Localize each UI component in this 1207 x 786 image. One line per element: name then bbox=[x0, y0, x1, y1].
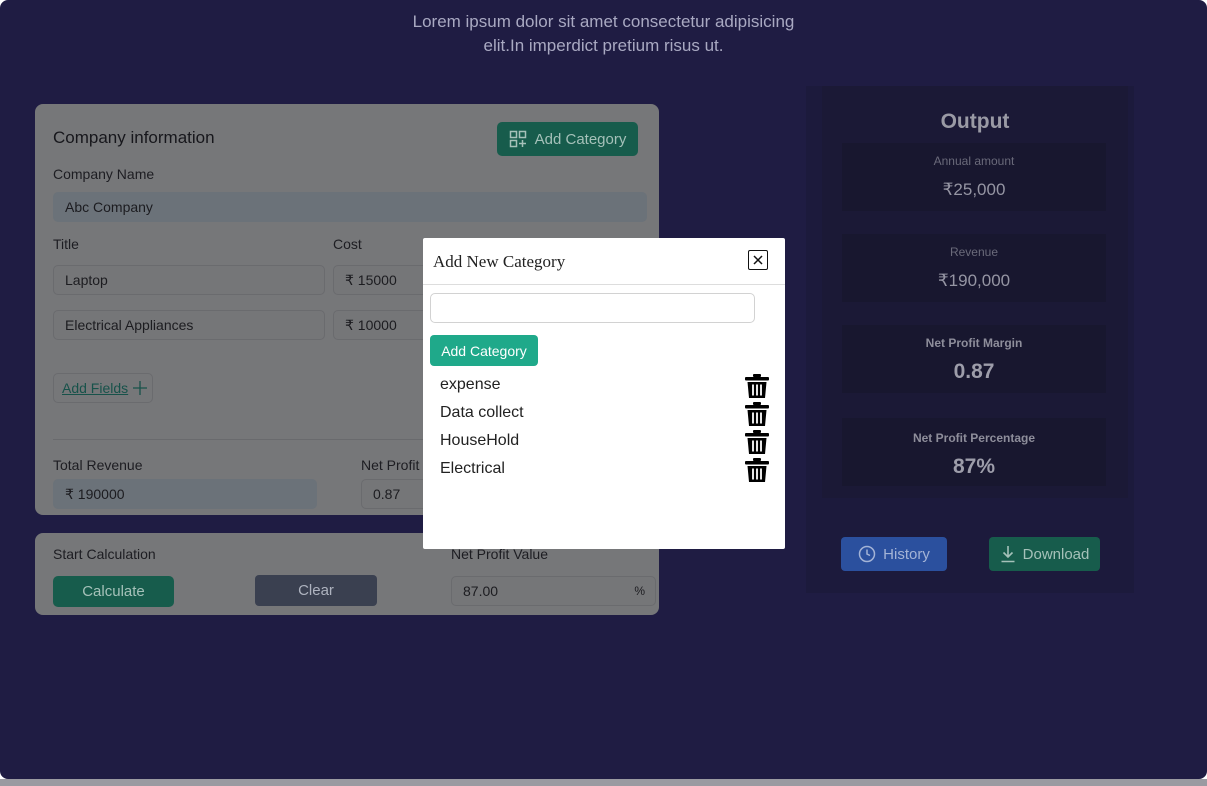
download-button[interactable]: Download bbox=[989, 537, 1100, 571]
category-name: HouseHold bbox=[440, 432, 520, 449]
add-fields-label: Add Fields bbox=[62, 380, 129, 396]
clear-button[interactable]: Clear bbox=[255, 575, 377, 606]
net-profit-percentage-box: Net Profit Percentage 87% bbox=[842, 418, 1106, 486]
intro-line-1: Lorem ipsum dolor sit amet consectetur a… bbox=[412, 12, 795, 31]
company-name-label: Company Name bbox=[53, 166, 155, 182]
net-profit-margin-label: Net Profit Margin bbox=[925, 336, 1023, 350]
category-name: expense bbox=[440, 376, 501, 393]
modal-title: Add New Category bbox=[433, 252, 566, 271]
add-category-button[interactable]: Add Category bbox=[497, 122, 638, 156]
add-fields-button[interactable]: Add Fields bbox=[53, 373, 153, 403]
trash-icon[interactable] bbox=[744, 457, 770, 483]
app-background: Lorem ipsum dolor sit amet consectetur a… bbox=[0, 0, 1207, 779]
modal-add-category-button[interactable]: Add Category bbox=[430, 335, 538, 366]
company-name-field[interactable]: Abc Company bbox=[53, 192, 647, 222]
add-category-modal: Add New Category Add Category expense Da… bbox=[423, 238, 785, 549]
revenue-box: Revenue ₹190,000 bbox=[842, 234, 1106, 302]
title-field-1[interactable]: Laptop bbox=[53, 265, 325, 295]
net-profit-percentage-label: Net Profit Percentage bbox=[912, 431, 1036, 445]
trash-icon[interactable] bbox=[744, 373, 770, 399]
revenue-label: Revenue bbox=[949, 245, 999, 259]
annual-amount-label: Annual amount bbox=[933, 154, 1015, 168]
close-button[interactable] bbox=[748, 250, 768, 270]
title-column-label: Title bbox=[53, 236, 79, 252]
category-name: Data collect bbox=[440, 404, 524, 421]
output-title: Output bbox=[940, 110, 1010, 133]
revenue-value: ₹190,000 bbox=[937, 271, 1011, 290]
cost-column-label: Cost bbox=[333, 236, 362, 252]
output-panel: Output Annual amount ₹25,000 Revenue ₹19… bbox=[822, 86, 1128, 498]
trash-icon[interactable] bbox=[744, 401, 770, 427]
net-profit-percentage-value: 87% bbox=[952, 455, 996, 478]
annual-amount-value: ₹25,000 bbox=[942, 180, 1006, 199]
download-icon bbox=[1001, 546, 1015, 563]
calculate-button[interactable]: Calculate bbox=[53, 576, 174, 607]
add-grid-icon bbox=[509, 130, 526, 148]
history-button[interactable]: History bbox=[841, 537, 947, 571]
annual-amount-box: Annual amount ₹25,000 bbox=[842, 143, 1106, 211]
clear-label: Clear bbox=[298, 582, 334, 599]
category-item: expense bbox=[440, 373, 770, 399]
net-profit-value-text: 87.00 bbox=[463, 583, 499, 599]
percent-suffix: % bbox=[634, 584, 645, 598]
category-name: Electrical bbox=[440, 460, 505, 477]
total-revenue-field[interactable]: ₹ 190000 bbox=[53, 479, 317, 509]
bottom-scroll-edge bbox=[0, 779, 1207, 786]
category-item: Electrical bbox=[440, 457, 770, 483]
company-card-title: Company information bbox=[53, 128, 215, 147]
output-section: Output Annual amount ₹25,000 Revenue ₹19… bbox=[806, 86, 1134, 593]
history-label: History bbox=[883, 545, 930, 563]
calculate-label: Calculate bbox=[82, 583, 145, 600]
category-item: HouseHold bbox=[440, 429, 770, 455]
plus-icon bbox=[133, 381, 148, 395]
add-category-label: Add Category bbox=[534, 130, 627, 148]
net-profit-label: Net Profit bbox=[361, 457, 420, 473]
modal-add-category-label: Add Category bbox=[441, 342, 527, 359]
clock-icon bbox=[858, 545, 876, 563]
modal-divider bbox=[423, 284, 785, 285]
intro-line-2: elit.In imperdict pretium risus ut. bbox=[483, 36, 724, 55]
net-profit-margin-value: 0.87 bbox=[953, 360, 995, 383]
start-calculation-label: Start Calculation bbox=[53, 546, 156, 562]
title-field-2[interactable]: Electrical Appliances bbox=[53, 310, 325, 340]
download-label: Download bbox=[1022, 545, 1090, 563]
total-revenue-label: Total Revenue bbox=[53, 457, 143, 473]
intro-text: Lorem ipsum dolor sit amet consectetur a… bbox=[380, 10, 827, 58]
close-icon bbox=[753, 255, 763, 265]
category-input[interactable] bbox=[430, 293, 755, 323]
net-profit-value-field[interactable]: 87.00 % bbox=[451, 576, 656, 606]
net-profit-margin-box: Net Profit Margin 0.87 bbox=[842, 325, 1106, 393]
category-item: Data collect bbox=[440, 401, 770, 427]
trash-icon[interactable] bbox=[744, 429, 770, 455]
